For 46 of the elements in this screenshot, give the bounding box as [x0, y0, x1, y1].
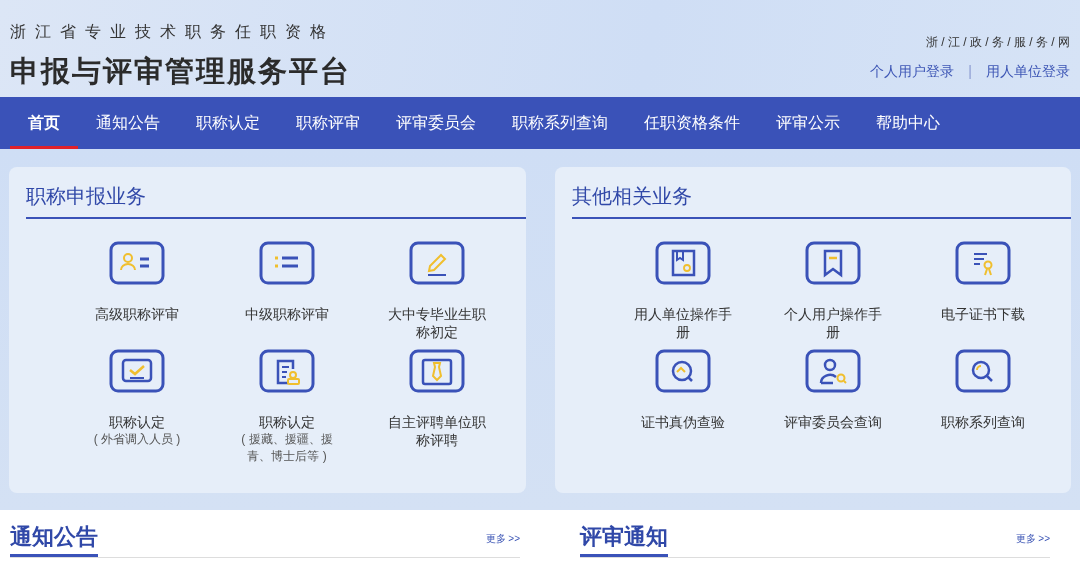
service-link[interactable]: 电子证书下载: [930, 305, 1035, 323]
bookmark-icon[interactable]: [804, 241, 861, 285]
tie-icon[interactable]: [409, 349, 465, 393]
service-link[interactable]: 职称认定: [235, 413, 339, 431]
service-link[interactable]: 证书真伪查验: [630, 413, 735, 431]
nav-tab[interactable]: 任职资格条件: [626, 97, 758, 149]
pencil-icon[interactable]: [409, 241, 465, 285]
service-link[interactable]: 个人用户操作手册: [780, 305, 885, 341]
nav-tab[interactable]: 通知公告: [78, 97, 178, 149]
separator: |: [968, 62, 972, 81]
nav-tab[interactable]: 职称认定: [178, 97, 278, 149]
certificate-icon[interactable]: [954, 241, 1011, 285]
panel-title: 其他相关业务: [571, 167, 1071, 219]
list-icon[interactable]: [259, 241, 315, 285]
search-icon[interactable]: [954, 349, 1011, 393]
more-link[interactable]: 更多 >>: [1015, 531, 1050, 546]
site-title: 申报与评审管理服务平台: [10, 54, 351, 88]
service-note: ( 外省调入人员 ): [92, 431, 182, 448]
panel-title: 职称申报业务: [26, 167, 526, 219]
magnifier-icon[interactable]: [654, 349, 711, 393]
service-link[interactable]: 高级职称评审: [85, 305, 189, 323]
site-subtitle: 浙江省专业技术职务任职资格: [10, 22, 336, 42]
service-note: ( 援藏、援疆、援青、博士后等 ): [240, 431, 334, 465]
person-card-icon[interactable]: [109, 241, 165, 285]
nav-tab[interactable]: 职称系列查询: [494, 97, 626, 149]
nav-tab[interactable]: 职称评审: [278, 97, 378, 149]
book-icon[interactable]: [654, 241, 711, 285]
portal-link[interactable]: 浙 / 江 / 政 / 务 / 服 / 务 / 网: [926, 33, 1070, 51]
service-link[interactable]: 大中专毕业生职称初定: [385, 305, 489, 341]
login-link[interactable]: 用人单位登录: [986, 61, 1070, 82]
document-stamp-icon[interactable]: [259, 349, 315, 393]
section-title: 通知公告: [10, 520, 98, 557]
service-link[interactable]: 用人单位操作手册: [630, 305, 735, 341]
nav-tab[interactable]: 评审公示: [758, 97, 858, 149]
service-link[interactable]: 评审委员会查询: [780, 413, 885, 431]
more-link[interactable]: 更多 >>: [485, 531, 520, 546]
checkmark-icon[interactable]: [109, 349, 165, 393]
nav-tab[interactable]: 帮助中心: [858, 97, 958, 149]
service-link[interactable]: 职称认定: [85, 413, 189, 431]
user-search-icon[interactable]: [804, 349, 861, 393]
service-link[interactable]: 中级职称评审: [235, 305, 339, 323]
section-title: 评审通知: [580, 520, 668, 557]
nav-tab[interactable]: 评审委员会: [378, 97, 494, 149]
login-link[interactable]: 个人用户登录: [870, 61, 955, 82]
service-link[interactable]: 自主评聘单位职称评聘: [385, 413, 489, 449]
service-link[interactable]: 职称系列查询: [930, 413, 1035, 431]
